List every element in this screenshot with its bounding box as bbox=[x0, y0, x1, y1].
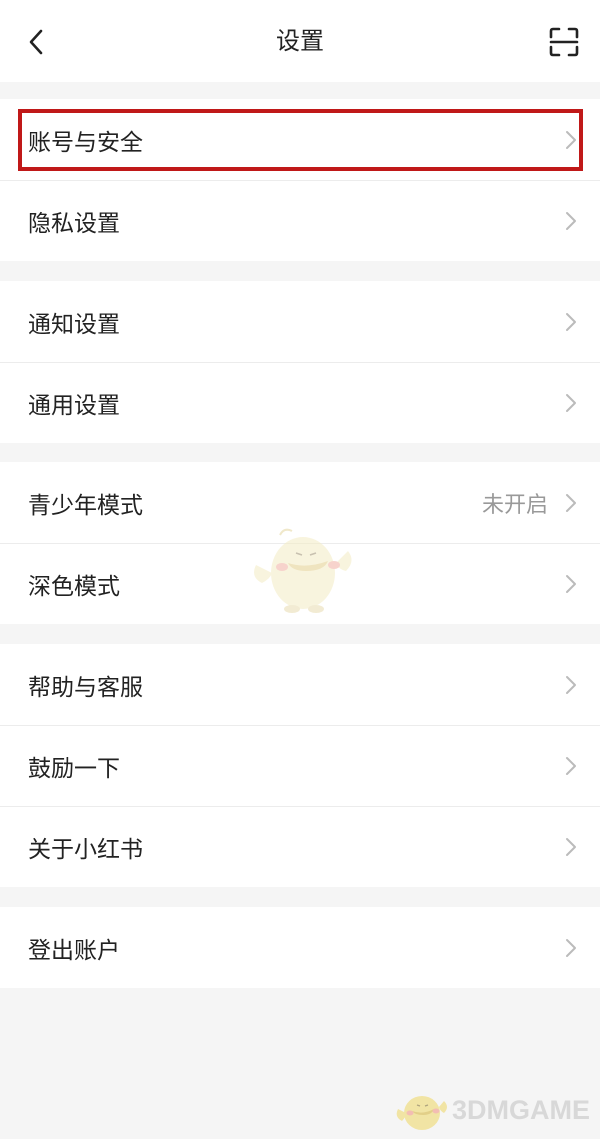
chevron-right-icon bbox=[566, 838, 576, 856]
settings-item-label: 深色模式 bbox=[28, 574, 120, 600]
settings-item-label: 通知设置 bbox=[28, 311, 120, 338]
settings-item-notifications[interactable]: 通知设置 bbox=[0, 281, 600, 362]
settings-item-rate[interactable]: 鼓励一下 bbox=[0, 725, 600, 806]
scan-icon bbox=[549, 27, 579, 57]
chevron-right-icon bbox=[566, 312, 576, 331]
settings-group-about: 帮助与客服 鼓励一下 关于小红书 bbox=[0, 644, 600, 887]
settings-group-notifications: 通知设置 通用设置 bbox=[0, 281, 600, 443]
chevron-right-icon bbox=[566, 675, 576, 694]
page-title: 设置 bbox=[276, 27, 324, 55]
settings-item-about[interactable]: 关于小红书 bbox=[0, 806, 600, 887]
settings-group-account: 账号与安全 隐私设置 bbox=[0, 99, 600, 261]
watermark-text: 3DMGAME bbox=[451, 1094, 590, 1125]
chevron-right-icon bbox=[566, 130, 576, 149]
settings-item-logout[interactable]: 登出账户 bbox=[0, 907, 600, 988]
settings-item-label: 关于小红书 bbox=[28, 837, 143, 863]
settings-item-account-security[interactable]: 账号与安全 bbox=[0, 99, 600, 180]
mascot-small-icon bbox=[396, 1096, 447, 1130]
chevron-right-icon bbox=[566, 212, 576, 230]
chevron-right-icon bbox=[566, 575, 576, 593]
settings-item-label: 鼓励一下 bbox=[28, 756, 120, 782]
top-bar: 设置 bbox=[0, 0, 600, 82]
teen-mode-status: 未开启 bbox=[481, 492, 548, 518]
settings-item-privacy[interactable]: 隐私设置 bbox=[0, 180, 600, 261]
settings-item-label: 登出账户 bbox=[28, 937, 120, 964]
chevron-right-icon bbox=[566, 938, 576, 957]
settings-item-general[interactable]: 通用设置 bbox=[0, 362, 600, 443]
settings-item-label: 青少年模式 bbox=[28, 492, 143, 519]
settings-item-label: 隐私设置 bbox=[28, 211, 120, 237]
scan-button[interactable] bbox=[540, 18, 588, 66]
watermark-logo: 3DMGAME bbox=[392, 1087, 590, 1133]
settings-group-logout: 登出账户 bbox=[0, 907, 600, 988]
settings-item-label: 帮助与客服 bbox=[28, 674, 143, 701]
settings-item-label: 通用设置 bbox=[28, 393, 120, 419]
settings-item-help[interactable]: 帮助与客服 bbox=[0, 644, 600, 725]
settings-item-label: 账号与安全 bbox=[28, 129, 143, 156]
chevron-right-icon bbox=[566, 757, 576, 775]
mascot-watermark bbox=[254, 528, 352, 613]
chevron-right-icon bbox=[566, 493, 576, 512]
chevron-right-icon bbox=[566, 394, 576, 412]
